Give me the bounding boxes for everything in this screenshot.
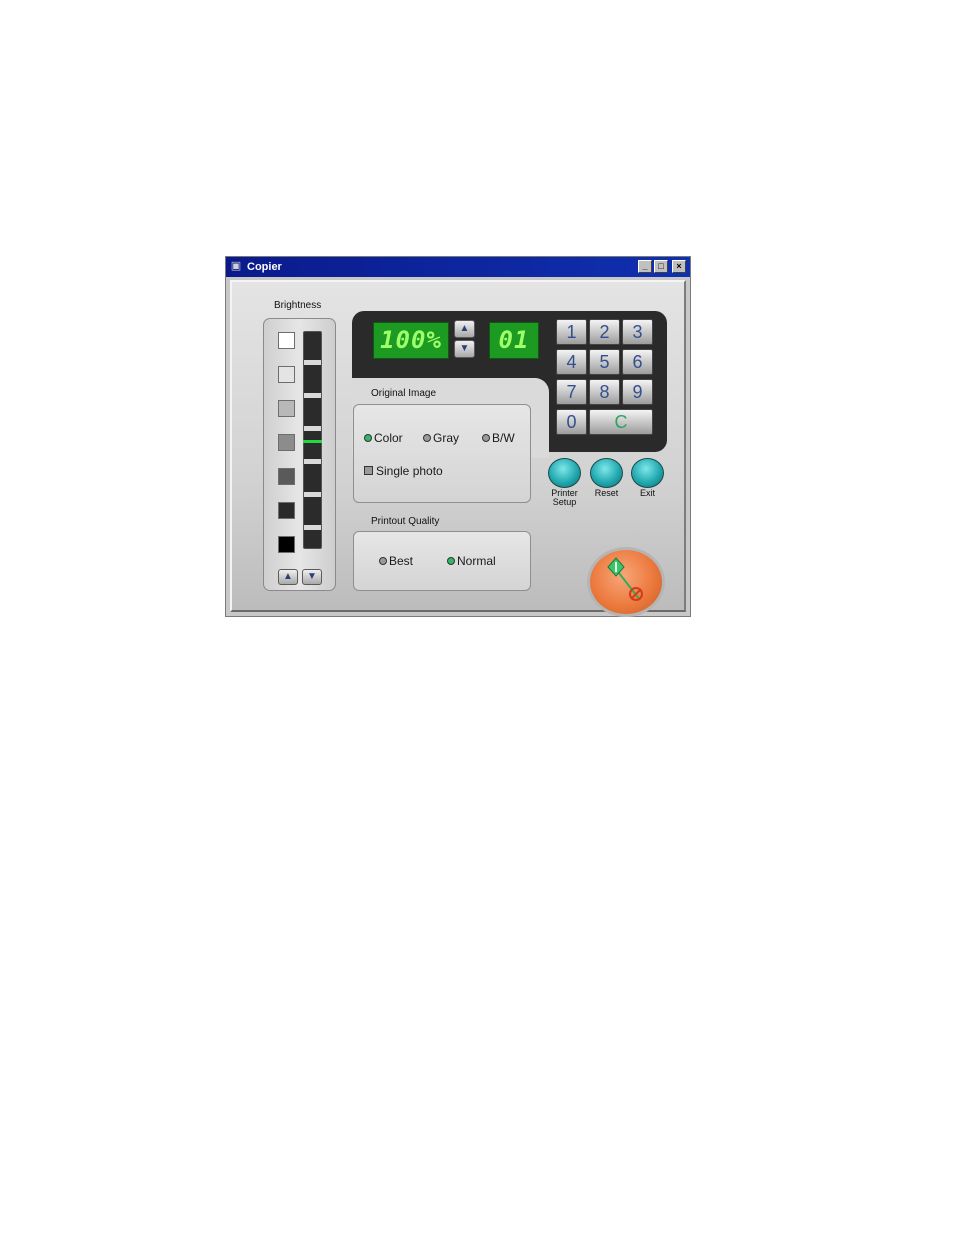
zoom-up-button[interactable]: ▲ <box>454 320 475 338</box>
key-2[interactable]: 2 <box>589 319 620 345</box>
key-0[interactable]: 0 <box>556 409 587 435</box>
original-image-group: Color Gray B/W Single photo <box>353 404 531 503</box>
title-bar[interactable]: ▣ Copier _ □ × <box>226 257 690 277</box>
radio-normal-indicator <box>447 557 455 565</box>
brightness-down-button[interactable]: ▼ <box>302 569 322 585</box>
brightness-swatch[interactable] <box>278 468 295 485</box>
start-stop-button[interactable] <box>587 547 665 617</box>
copier-panel: Brightness ▲ ▼ 100% ▲ ▼ 01 1234567890 C … <box>230 280 686 617</box>
close-button[interactable]: × <box>672 260 686 273</box>
brightness-slider[interactable] <box>303 331 322 549</box>
reset-button[interactable] <box>590 458 623 488</box>
radio-normal[interactable]: Normal <box>447 554 496 568</box>
start-stop-icon <box>607 557 643 601</box>
key-6[interactable]: 6 <box>622 349 653 375</box>
exit-button[interactable] <box>631 458 664 488</box>
printout-quality-label: Printout Quality <box>371 516 440 527</box>
zoom-display: 100% <box>373 322 449 359</box>
reset-label: Reset <box>594 488 619 498</box>
radio-best[interactable]: Best <box>379 554 413 568</box>
printer-setup-label: Printer Setup <box>551 488 578 507</box>
radio-gray-indicator <box>423 434 431 442</box>
radio-bw-indicator <box>482 434 490 442</box>
single-photo-check-indicator <box>364 466 373 475</box>
brightness-swatch[interactable] <box>278 502 295 519</box>
minimize-button[interactable]: _ <box>638 260 652 273</box>
exit-label: Exit <box>639 488 655 498</box>
brightness-swatch[interactable] <box>278 536 295 553</box>
radio-color[interactable]: Color <box>364 431 403 445</box>
brightness-up-button[interactable]: ▲ <box>278 569 298 585</box>
radio-color-indicator <box>364 434 372 442</box>
window-title: Copier <box>247 261 282 273</box>
brightness-swatch[interactable] <box>278 400 295 417</box>
key-9[interactable]: 9 <box>622 379 653 405</box>
original-image-label: Original Image <box>371 388 437 399</box>
maximize-button[interactable]: □ <box>654 260 668 273</box>
single-photo-checkbox[interactable]: Single photo <box>364 464 443 478</box>
radio-best-indicator <box>379 557 387 565</box>
zoom-down-button[interactable]: ▼ <box>454 340 475 358</box>
key-3[interactable]: 3 <box>622 319 653 345</box>
key-1[interactable]: 1 <box>556 319 587 345</box>
brightness-label: Brightness <box>274 300 322 311</box>
brightness-swatch[interactable] <box>278 332 295 349</box>
brightness-slider-thumb[interactable] <box>303 440 322 443</box>
key-5[interactable]: 5 <box>589 349 620 375</box>
radio-bw[interactable]: B/W <box>482 431 515 445</box>
key-clear[interactable]: C <box>589 409 653 435</box>
brightness-swatch[interactable] <box>278 434 295 451</box>
radio-gray[interactable]: Gray <box>423 431 459 445</box>
brightness-swatch[interactable] <box>278 366 295 383</box>
printout-quality-group: Best Normal <box>353 531 531 591</box>
copier-window: ▣ Copier _ □ × Brightness ▲ ▼ 100% ▲ ▼ 0… <box>225 256 691 617</box>
key-4[interactable]: 4 <box>556 349 587 375</box>
brightness-panel: ▲ ▼ <box>263 318 336 591</box>
copies-display: 01 <box>489 322 539 359</box>
key-7[interactable]: 7 <box>556 379 587 405</box>
app-icon: ▣ <box>230 260 242 272</box>
printer-setup-button[interactable] <box>548 458 581 488</box>
key-8[interactable]: 8 <box>589 379 620 405</box>
